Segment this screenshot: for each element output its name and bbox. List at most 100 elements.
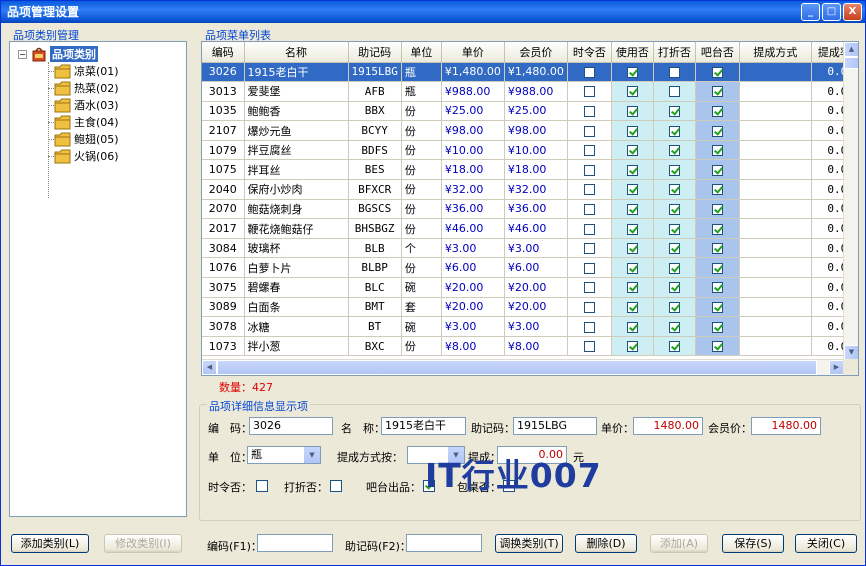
column-header[interactable]: 单价 (441, 42, 505, 63)
used-cell[interactable] (611, 218, 654, 239)
used-cell[interactable] (611, 62, 654, 83)
used-checkbox[interactable] (626, 184, 638, 196)
used-cell[interactable] (611, 159, 654, 181)
table-row[interactable]: 3089 白面条 BMT 套 ¥20.00 ¥20.00 0.00 (202, 297, 858, 318)
column-header[interactable]: 吧台否 (695, 42, 740, 63)
used-cell[interactable] (611, 238, 654, 259)
tree-item[interactable]: 主食(04) (54, 113, 119, 131)
scroll-up-icon[interactable]: ▲ (844, 42, 858, 57)
discount-cell[interactable] (653, 336, 696, 357)
bar-cell[interactable] (695, 140, 740, 161)
table-row[interactable]: 2017 鞭花烧鲍菇仔 BHSBGZ 份 ¥46.00 ¥46.00 0.00 (202, 218, 858, 239)
used-checkbox[interactable] (626, 125, 638, 137)
seasonal-checkbox[interactable] (256, 480, 268, 492)
used-cell[interactable] (611, 81, 654, 102)
discount-cell[interactable] (653, 277, 696, 298)
seasonal-cell[interactable] (567, 257, 612, 279)
used-cell[interactable] (611, 120, 654, 141)
code-field[interactable]: 3026 (249, 417, 333, 435)
discount-checkbox[interactable] (668, 203, 680, 215)
minimize-button[interactable]: _ (801, 3, 820, 21)
add-category-button[interactable]: 添加类别(L) (11, 534, 89, 553)
discount-cell[interactable] (653, 179, 696, 200)
column-header[interactable]: 使用否 (611, 42, 654, 63)
table-row[interactable]: 3026 1915老白干 1915LBG 瓶 ¥1,480.00 ¥1,480.00 0.0… (202, 62, 858, 83)
discount-checkbox[interactable] (330, 480, 342, 492)
column-header[interactable]: 编码 (202, 42, 245, 63)
bar-checkbox[interactable] (711, 184, 723, 196)
seasonal-checkbox[interactable] (583, 125, 595, 137)
menu-grid[interactable]: 编码 名称 助记码 单位 单价 会员价 时令否 使用否 打折否 吧台否 提成方式 提成率 3026 19… (201, 41, 859, 376)
chevron-down-icon[interactable]: ▼ (304, 447, 320, 463)
table-row[interactable]: 2070 鲍菇烧刺身 BGSCS 份 ¥36.00 ¥36.00 0.00 (202, 199, 858, 220)
discount-cell[interactable] (653, 120, 696, 141)
used-checkbox[interactable] (626, 262, 638, 274)
seasonal-cell[interactable] (567, 316, 612, 337)
used-cell[interactable] (611, 179, 654, 200)
used-checkbox[interactable] (626, 301, 638, 313)
tree-item[interactable]: 火锅(06) (54, 147, 119, 165)
seasonal-cell[interactable] (567, 297, 612, 318)
discount-checkbox[interactable] (668, 301, 680, 313)
tree-root[interactable]: − 品项类别 (18, 46, 98, 62)
discount-cell[interactable] (653, 238, 696, 259)
bar-checkbox[interactable] (711, 243, 723, 255)
seasonal-cell[interactable] (567, 238, 612, 259)
seasonal-checkbox[interactable] (583, 301, 595, 313)
tree-item[interactable]: 凉菜(01) (54, 62, 119, 80)
bar-cell[interactable] (695, 62, 740, 83)
bar-cell[interactable] (695, 120, 740, 141)
title-bar[interactable]: 品项管理设置 _ □ X (1, 1, 865, 23)
bar-cell[interactable] (695, 336, 740, 357)
used-cell[interactable] (611, 257, 654, 279)
used-cell[interactable] (611, 101, 654, 122)
table-row[interactable]: 3084 玻璃杯 BLB 个 ¥3.00 ¥3.00 0.00 (202, 238, 858, 259)
seasonal-checkbox[interactable] (583, 262, 595, 274)
switch-category-button[interactable]: 调换类别(T) (495, 534, 563, 553)
used-checkbox[interactable] (626, 243, 638, 255)
bar-cell[interactable] (695, 218, 740, 239)
column-header[interactable]: 提成方式 (739, 42, 812, 63)
used-checkbox[interactable] (626, 164, 638, 176)
discount-cell[interactable] (653, 140, 696, 161)
bar-checkbox[interactable] (711, 301, 723, 313)
used-checkbox[interactable] (626, 66, 638, 78)
seasonal-cell[interactable] (567, 336, 612, 357)
used-checkbox[interactable] (626, 145, 638, 157)
bar-cell[interactable] (695, 81, 740, 102)
seasonal-checkbox[interactable] (583, 164, 595, 176)
bar-cell[interactable] (695, 316, 740, 337)
code-search-input[interactable] (257, 534, 333, 552)
bar-cell[interactable] (695, 297, 740, 318)
unit-select[interactable]: 瓶 ▼ (247, 446, 321, 464)
discount-checkbox[interactable] (668, 164, 680, 176)
table-row[interactable]: 3078 冰糖 BT 碗 ¥3.00 ¥3.00 0.00 (202, 316, 858, 337)
seasonal-cell[interactable] (567, 199, 612, 220)
delete-button[interactable]: 删除(D) (575, 534, 637, 553)
discount-cell[interactable] (653, 218, 696, 239)
seasonal-cell[interactable] (567, 277, 612, 298)
column-header[interactable]: 单位 (401, 42, 442, 63)
seasonal-checkbox[interactable] (583, 203, 595, 215)
seasonal-cell[interactable] (567, 159, 612, 181)
discount-cell[interactable] (653, 257, 696, 279)
table-row[interactable]: 3075 碧螺春 BLC 碗 ¥20.00 ¥20.00 0.00 (202, 277, 858, 298)
scroll-right-icon[interactable]: ▶ (829, 360, 844, 375)
seasonal-checkbox[interactable] (583, 321, 595, 333)
discount-cell[interactable] (653, 62, 696, 83)
bar-cell[interactable] (695, 199, 740, 220)
used-cell[interactable] (611, 140, 654, 161)
bar-cell[interactable] (695, 257, 740, 279)
used-checkbox[interactable] (626, 321, 638, 333)
bar-cell[interactable] (695, 159, 740, 181)
seasonal-checkbox[interactable] (583, 282, 595, 294)
bar-checkbox[interactable] (711, 105, 723, 117)
bar-checkbox[interactable] (711, 282, 723, 294)
discount-cell[interactable] (653, 101, 696, 122)
bar-checkbox[interactable] (711, 66, 723, 78)
used-checkbox[interactable] (626, 86, 638, 98)
seasonal-cell[interactable] (567, 179, 612, 200)
category-tree[interactable]: − 品项类别 凉菜(01) 热菜(02) 酒水(03) 主食(04) 鲍翅(05) 火锅(… (9, 41, 187, 517)
bar-checkbox[interactable] (711, 203, 723, 215)
bar-cell[interactable] (695, 277, 740, 298)
